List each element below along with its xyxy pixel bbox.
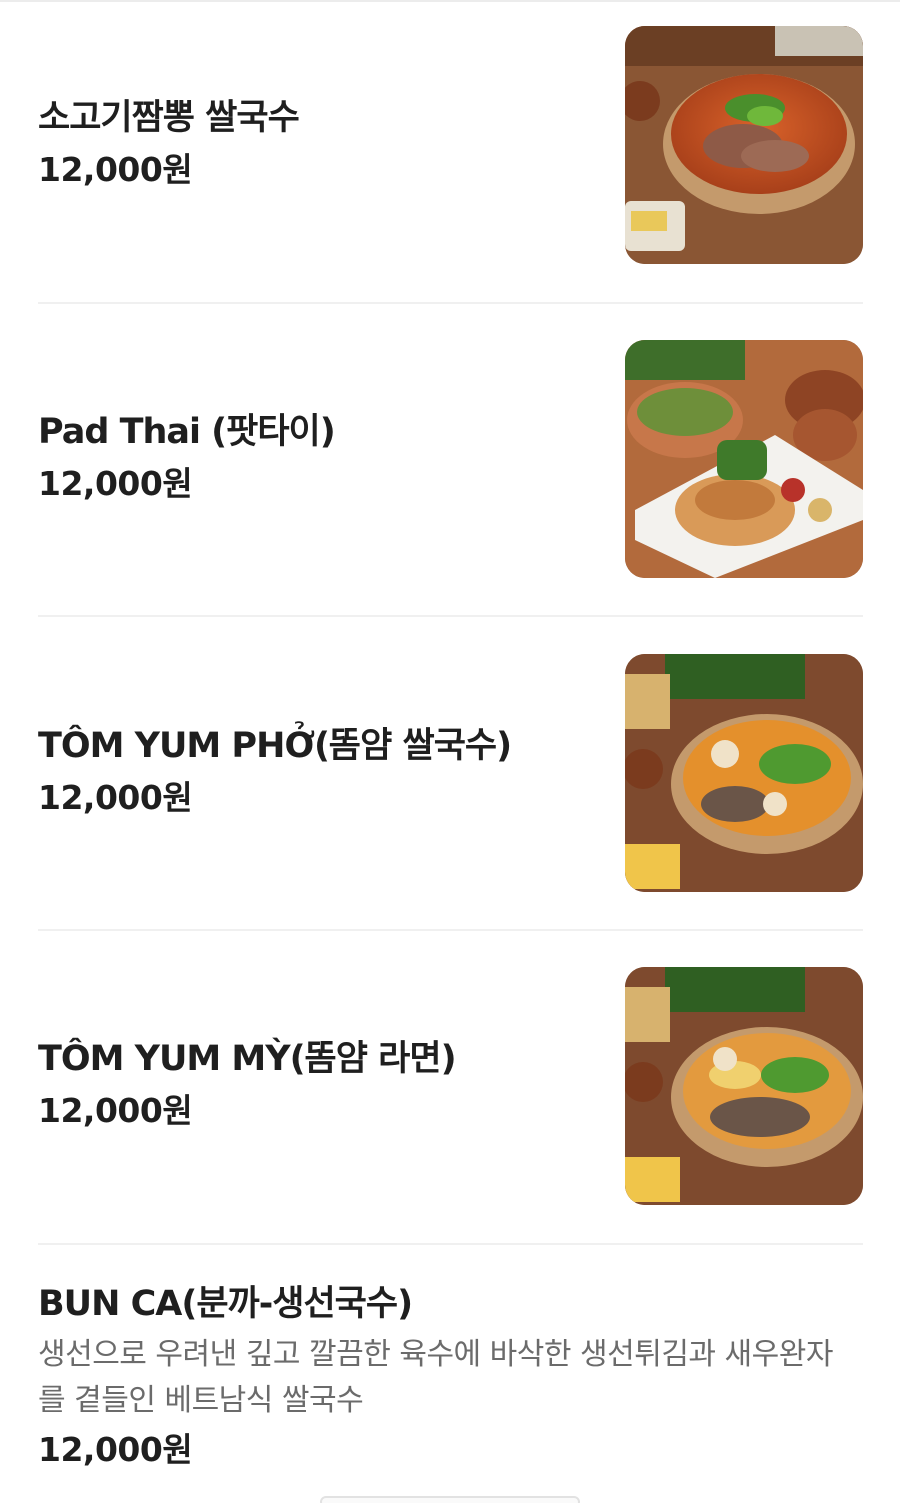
menu-item[interactable]: 소고기짬뽕 쌀국수 12,000원 (38, 26, 863, 266)
menu-item-price: 12,000원 (38, 778, 193, 817)
menu-item-price: 12,000원 (38, 150, 193, 189)
menu-item-name: 소고기짬뽕 쌀국수 (38, 98, 300, 138)
menu-item-photo[interactable] (625, 26, 863, 264)
menu-item-name: BUN CA(분까-생선국수) (38, 1284, 413, 1324)
menu-item[interactable]: TÔM YUM MỲ(똠얌 라면) 12,000원 (38, 967, 863, 1207)
menu-item-name: TÔM YUM PHỞ(똠얌 쌀국수) (38, 726, 512, 766)
menu-item-name: TÔM YUM MỲ(똠얌 라면) (38, 1039, 457, 1079)
menu-item-description: 생선으로 우려낸 깊고 깔끔한 육수에 바삭한 생선튀김과 새우완자를 곁들인 … (38, 1337, 833, 1418)
menu-item-price: 12,000원 (38, 464, 193, 503)
divider (38, 929, 863, 931)
menu-item[interactable]: TÔM YUM PHỞ(똠얌 쌀국수) 12,000원 (38, 654, 863, 894)
divider (38, 615, 863, 617)
menu-item-price: 12,000원 (38, 1091, 193, 1130)
menu-item-photo[interactable] (625, 967, 863, 1205)
home-indicator[interactable] (320, 1496, 580, 1503)
menu-list-page: 소고기짬뽕 쌀국수 12,000원 Pad Thai (팟타이) 12,000원… (0, 0, 900, 1503)
divider (38, 302, 863, 304)
divider (38, 1243, 863, 1245)
menu-item-photo[interactable] (625, 340, 863, 578)
menu-item-price: 12,000원 (38, 1430, 193, 1469)
menu-item[interactable]: BUN CA(분까-생선국수) 생선으로 우려낸 깊고 깔끔한 육수에 바삭한 … (38, 1282, 863, 1482)
menu-item-photo[interactable] (625, 654, 863, 892)
menu-item[interactable]: Pad Thai (팟타이) 12,000원 (38, 340, 863, 580)
menu-item-name: Pad Thai (팟타이) (38, 412, 336, 452)
